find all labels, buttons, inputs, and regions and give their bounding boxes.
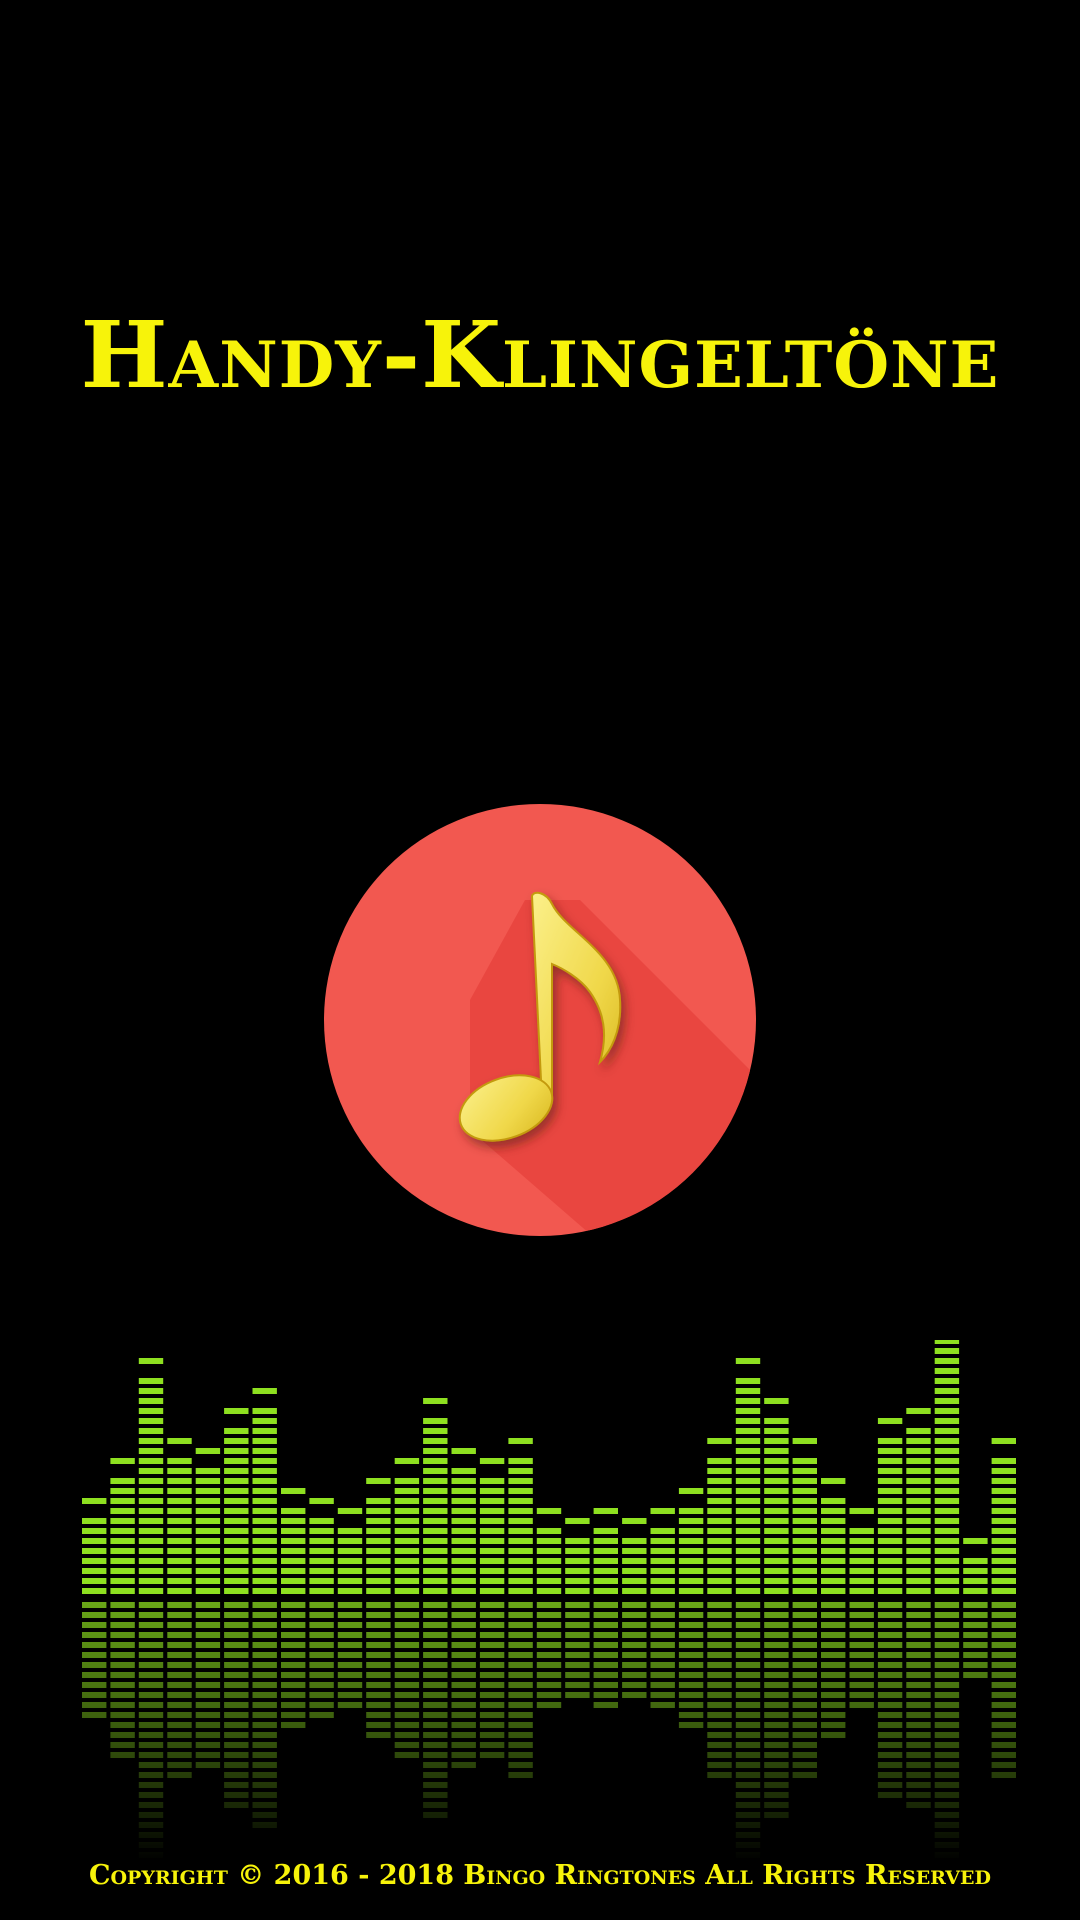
equalizer-bar	[281, 1488, 306, 1594]
equalizer-bar-reflection	[707, 1602, 732, 1778]
equalizer-bar-reflection	[224, 1602, 249, 1808]
app-title: Handy-Klingeltöne	[80, 301, 1000, 409]
equalizer-bar-reflection	[622, 1602, 647, 1698]
equalizer-bar-reflection	[963, 1602, 988, 1678]
equalizer-bar-reflection	[309, 1602, 334, 1718]
equalizer-bar-reflection	[281, 1602, 306, 1728]
equalizer-bar-reflection	[792, 1602, 817, 1778]
equalizer-bar	[593, 1508, 618, 1594]
equalizer-bar-reflection	[764, 1602, 789, 1818]
equalizer-bar	[906, 1408, 931, 1594]
equalizer-bar-reflection	[508, 1602, 533, 1778]
equalizer-bar-reflection	[451, 1602, 476, 1768]
equalizer-bar	[224, 1408, 249, 1594]
equalizer-bar	[991, 1438, 1016, 1594]
equalizer-bar	[508, 1438, 533, 1594]
equalizer-bar	[877, 1418, 903, 1594]
equalizer-bar	[309, 1498, 334, 1594]
equalizer-bar-reflection	[110, 1602, 135, 1758]
equalizer-bar-reflection	[934, 1602, 960, 1858]
equalizer-bar	[849, 1508, 874, 1594]
equalizer-bar-reflection	[423, 1602, 448, 1818]
equalizer-bar	[622, 1518, 647, 1594]
music-note-icon	[324, 804, 756, 1236]
equalizer-bar	[167, 1438, 192, 1594]
equalizer-bar-reflection	[849, 1602, 874, 1708]
equalizer-bar	[735, 1358, 761, 1594]
equalizer-bar-reflection	[195, 1602, 221, 1768]
equalizer-bar	[963, 1538, 988, 1594]
equalizer-bar-reflection	[650, 1602, 675, 1708]
equalizer-bar-reflection	[678, 1602, 704, 1728]
equalizer-bar-reflection	[593, 1602, 618, 1708]
app-logo	[320, 800, 760, 1240]
equalizer-bar	[479, 1458, 505, 1594]
equalizer-bar	[451, 1448, 476, 1594]
equalizer-bar	[394, 1458, 420, 1594]
equalizer-bar	[423, 1398, 448, 1594]
equalizer-bar	[366, 1478, 391, 1594]
equalizer-bar-reflection	[906, 1602, 931, 1808]
equalizer-bar-reflection	[366, 1602, 391, 1738]
equalizer-bar	[82, 1498, 107, 1594]
equalizer-bar	[650, 1508, 675, 1594]
equalizer-bar-reflection	[252, 1602, 277, 1828]
equalizer-bar-reflection	[394, 1602, 420, 1758]
equalizer-graphic	[82, 1340, 1016, 1858]
equalizer-bar	[337, 1508, 363, 1594]
equalizer-bar	[138, 1358, 164, 1594]
equalizer-bar	[536, 1508, 562, 1594]
equalizer-bar-reflection	[735, 1602, 761, 1858]
equalizer-bar	[110, 1458, 135, 1594]
equalizer-bar-reflection	[337, 1602, 363, 1708]
equalizer-bar-reflection	[565, 1602, 590, 1698]
equalizer-bar-reflection	[536, 1602, 562, 1708]
copyright-text: Copyright © 2016 - 2018 Bingo Ringtones …	[89, 1860, 991, 1891]
equalizer-bar-reflection	[479, 1602, 505, 1758]
equalizer-bar	[565, 1518, 590, 1594]
equalizer-bar-reflection	[991, 1602, 1016, 1778]
equalizer-bar	[792, 1438, 817, 1594]
equalizer-bar	[764, 1398, 789, 1594]
equalizer-bar	[678, 1488, 704, 1594]
equalizer-bar	[195, 1448, 221, 1594]
equalizer-bar	[252, 1388, 277, 1594]
equalizer-bar-reflection	[167, 1602, 192, 1778]
equalizer-bar	[821, 1478, 846, 1594]
equalizer-bar-reflection	[82, 1602, 107, 1718]
equalizer-bar-reflection	[877, 1602, 903, 1798]
equalizer-bar-reflection	[138, 1602, 164, 1858]
equalizer-bar	[707, 1438, 732, 1594]
equalizer-bar-reflection	[821, 1602, 846, 1738]
equalizer-bar	[934, 1340, 960, 1594]
